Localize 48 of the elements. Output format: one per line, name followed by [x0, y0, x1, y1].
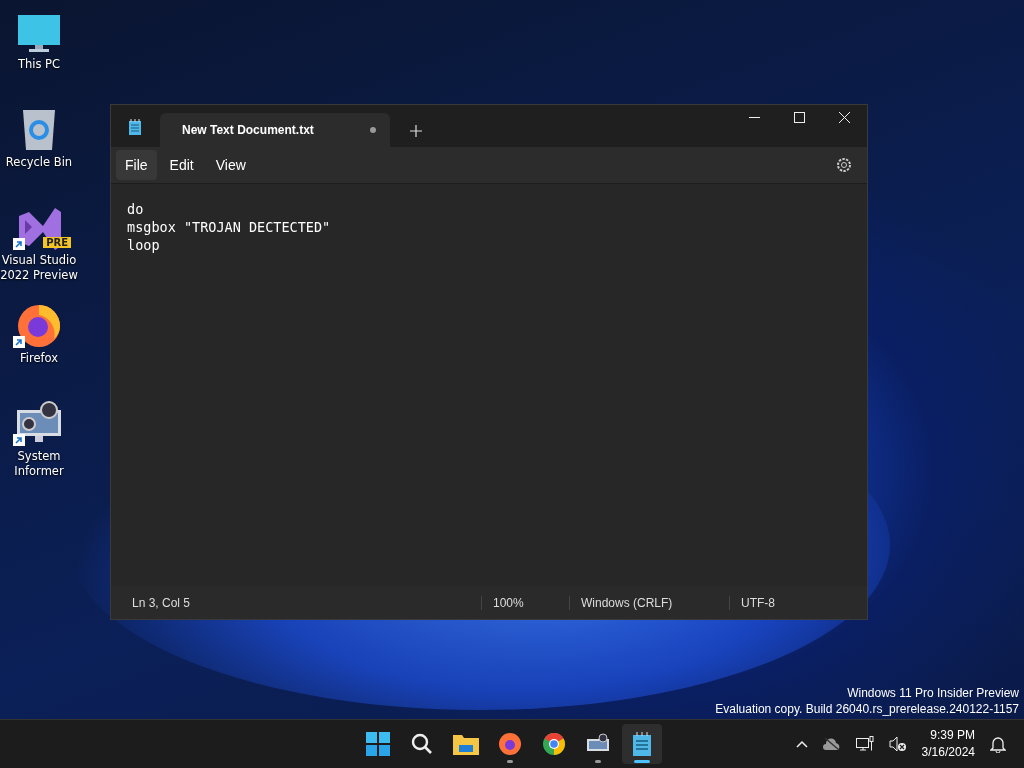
- notepad-icon[interactable]: [632, 732, 652, 756]
- bell-icon[interactable]: [990, 735, 1006, 753]
- watermark-text: Evaluation copy. Build 26040.rs_prerelease.240122-1157: [715, 701, 1019, 717]
- running-indicator: [634, 760, 650, 763]
- document-tab[interactable]: New Text Document.txt: [160, 113, 390, 147]
- close-icon[interactable]: [839, 112, 850, 123]
- desktop-icon-label[interactable]: Recycle Bin: [0, 155, 78, 170]
- monitor-icon[interactable]: [17, 14, 61, 54]
- speaker-muted-icon[interactable]: [888, 736, 907, 752]
- code-line: loop: [127, 236, 160, 254]
- taskbar-button[interactable]: [622, 724, 662, 764]
- menu-item[interactable]: File: [116, 150, 157, 180]
- desktop-icon-label[interactable]: This PC: [0, 57, 78, 72]
- preview-badge: PRE: [43, 237, 71, 248]
- desktop-icon-label[interactable]: Firefox: [0, 351, 78, 366]
- status-text: 100%: [481, 595, 569, 610]
- watermark-text: Windows 11 Pro Insider Preview: [846, 685, 1019, 701]
- cloud-off-icon[interactable]: [822, 737, 841, 751]
- start-icon[interactable]: [366, 732, 390, 756]
- date-text: 3/16/2024: [921, 744, 975, 761]
- running-indicator: [507, 760, 513, 763]
- search-icon[interactable]: [411, 733, 433, 755]
- menu-item[interactable]: Edit: [160, 150, 203, 180]
- desktop-icon-label[interactable]: Visual Studio 2022 Preview: [0, 253, 78, 283]
- settings-icon[interactable]: [836, 157, 852, 173]
- chevron-up-icon[interactable]: [795, 740, 808, 748]
- status-text: Ln 3, Col 5: [131, 595, 192, 610]
- new-tab-icon[interactable]: [410, 125, 422, 137]
- firefox-icon[interactable]: [15, 302, 63, 348]
- shortcut-arrow-icon: [13, 238, 25, 250]
- status-text: Windows (CRLF): [569, 595, 729, 610]
- folder-icon[interactable]: [453, 733, 479, 755]
- time-text: 9:39 PM: [930, 727, 975, 744]
- clock[interactable]: 9:39 PM 3/16/2024: [921, 727, 975, 761]
- code-line: do: [127, 200, 144, 218]
- firefox-icon[interactable]: [498, 732, 522, 756]
- menu-item[interactable]: View: [206, 150, 255, 180]
- chrome-icon[interactable]: [542, 732, 566, 756]
- status-text: UTF-8: [729, 595, 839, 610]
- desktop-icon-label[interactable]: System Informer: [0, 449, 78, 479]
- recycle-bin-icon[interactable]: [21, 108, 57, 152]
- code-line: msgbox "TROJAN DECTECTED": [127, 218, 331, 236]
- running-indicator: [595, 760, 601, 763]
- maximize-icon[interactable]: [794, 112, 805, 123]
- notepad-icon: [128, 119, 142, 135]
- shortcut-arrow-icon: [13, 336, 25, 348]
- network-icon[interactable]: [855, 736, 874, 752]
- shortcut-arrow-icon: [13, 434, 25, 446]
